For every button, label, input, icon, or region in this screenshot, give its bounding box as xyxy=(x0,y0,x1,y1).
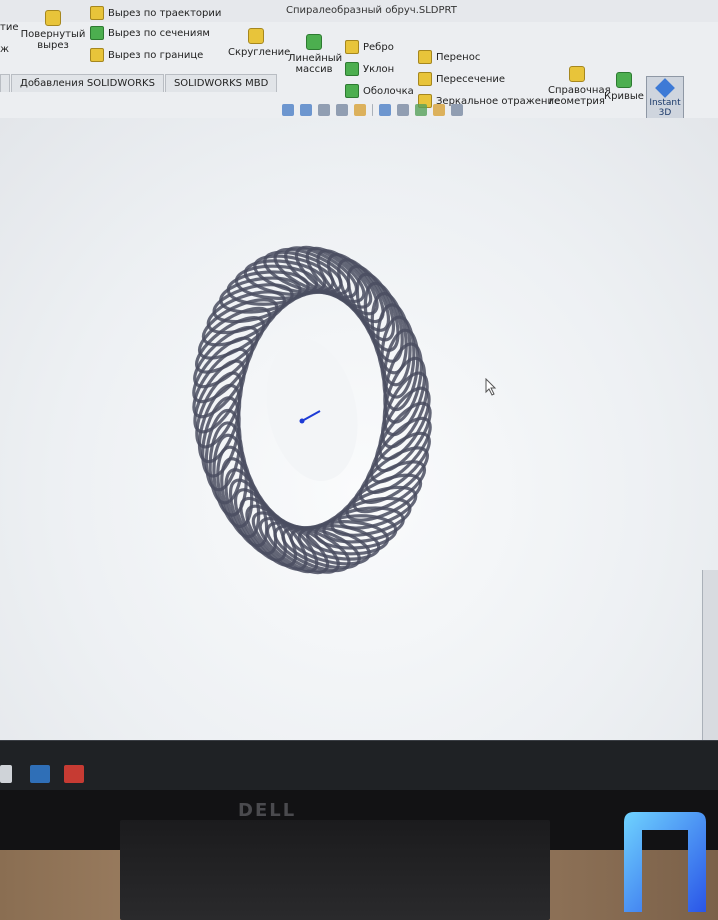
loft-cut-icon xyxy=(90,26,104,40)
mouse-cursor-icon xyxy=(485,378,497,396)
curves-button[interactable]: Кривые xyxy=(604,72,644,102)
intersect-label: Пересечение xyxy=(436,73,506,85)
fillet-icon xyxy=(248,28,264,44)
shell-icon xyxy=(345,84,359,98)
fillet-label: Скругление xyxy=(228,47,291,58)
boundary-cut-label: Вырез по границе xyxy=(108,49,204,61)
instant3d-icon xyxy=(655,78,675,98)
reference-geometry-button[interactable]: Справочная геометрия xyxy=(548,66,611,107)
screen: Спиралеобразный обруч.SLDPRT тие ж Повер… xyxy=(0,0,718,790)
zoom-to-area-icon[interactable] xyxy=(300,104,312,116)
hide-show-items-icon[interactable] xyxy=(397,104,409,116)
right-task-pane[interactable] xyxy=(702,570,718,740)
tab-solidworks-addins[interactable]: Добавления SOLIDWORKS xyxy=(11,74,164,92)
revolved-cut-label: Повернутый вырез xyxy=(20,29,86,51)
shell-button[interactable]: Оболочка xyxy=(345,84,414,98)
draft-icon xyxy=(345,62,359,76)
ribbon-partial-label-2: ж xyxy=(0,44,10,55)
tab-solidworks-mbd[interactable]: SOLIDWORKS MBD xyxy=(164,74,278,92)
curves-label: Кривые xyxy=(604,91,644,102)
command-ribbon: Спиралеобразный обруч.SLDPRT тие ж Повер… xyxy=(0,0,718,134)
rib-icon xyxy=(345,40,359,54)
apply-scene-icon[interactable] xyxy=(433,104,445,116)
move-label: Перенос xyxy=(436,51,481,63)
section-view-icon[interactable] xyxy=(336,104,348,116)
model-center-hole xyxy=(266,338,358,482)
monitor-brand-logo: DELL xyxy=(238,800,297,821)
linear-pattern-icon xyxy=(306,34,322,50)
origin-point-icon xyxy=(299,418,305,424)
ribbon-partial-label-1: тие xyxy=(0,22,19,33)
previous-view-icon[interactable] xyxy=(318,104,330,116)
zoom-to-fit-icon[interactable] xyxy=(282,104,294,116)
rib-button[interactable]: Ребро xyxy=(345,40,394,54)
monitor-stand xyxy=(120,820,550,920)
app-taskbar-icon[interactable] xyxy=(30,765,50,783)
edit-appearance-icon[interactable] xyxy=(415,104,427,116)
boundary-cut-icon xyxy=(90,48,104,62)
windows-taskbar xyxy=(0,740,718,790)
tab-previous[interactable] xyxy=(0,74,10,92)
overlay-logo-badge xyxy=(624,812,706,912)
sweep-cut-label: Вырез по траектории xyxy=(108,7,222,19)
linear-pattern-button[interactable]: Линейный массив xyxy=(288,34,343,75)
move-button[interactable]: Перенос xyxy=(418,50,480,64)
calculator-taskbar-icon[interactable] xyxy=(0,765,12,783)
loft-cut-label: Вырез по сечениям xyxy=(108,27,210,39)
view-orientation-icon[interactable] xyxy=(354,104,366,116)
sweep-cut-icon xyxy=(90,6,104,20)
reference-geometry-label: Справочная геометрия xyxy=(548,85,611,107)
draft-button[interactable]: Уклон xyxy=(345,62,394,76)
intersect-icon xyxy=(418,72,432,86)
window-title: Спиралеобразный обруч.SLDPRT xyxy=(286,5,457,16)
toolbar-separator xyxy=(372,104,373,116)
curves-icon xyxy=(616,72,632,88)
shell-label: Оболочка xyxy=(363,85,414,97)
fillet-button[interactable]: Скругление xyxy=(228,28,290,58)
intersect-button[interactable]: Пересечение xyxy=(418,72,505,86)
sweep-cut-button[interactable]: Вырез по траектории xyxy=(90,6,221,20)
move-icon xyxy=(418,50,432,64)
view-settings-icon[interactable] xyxy=(451,104,463,116)
display-style-icon[interactable] xyxy=(379,104,391,116)
solidworks-taskbar-icon[interactable] xyxy=(64,765,84,783)
rib-label: Ребро xyxy=(363,41,394,53)
revolved-cut-icon xyxy=(45,10,61,26)
reference-geometry-icon xyxy=(569,66,585,82)
revolved-cut-button[interactable]: Повернутый вырез xyxy=(20,10,86,51)
heads-up-view-toolbar xyxy=(282,104,463,116)
loft-cut-button[interactable]: Вырез по сечениям xyxy=(90,26,210,40)
boundary-cut-button[interactable]: Вырез по границе xyxy=(90,48,203,62)
linear-pattern-label: Линейный массив xyxy=(288,53,343,75)
instant3d-label: Instant 3D xyxy=(649,98,681,118)
draft-label: Уклон xyxy=(363,63,395,75)
command-tabs: Добавления SOLIDWORKS SOLIDWORKS MBD xyxy=(0,74,278,92)
spiral-hoop-model[interactable] xyxy=(150,235,480,575)
